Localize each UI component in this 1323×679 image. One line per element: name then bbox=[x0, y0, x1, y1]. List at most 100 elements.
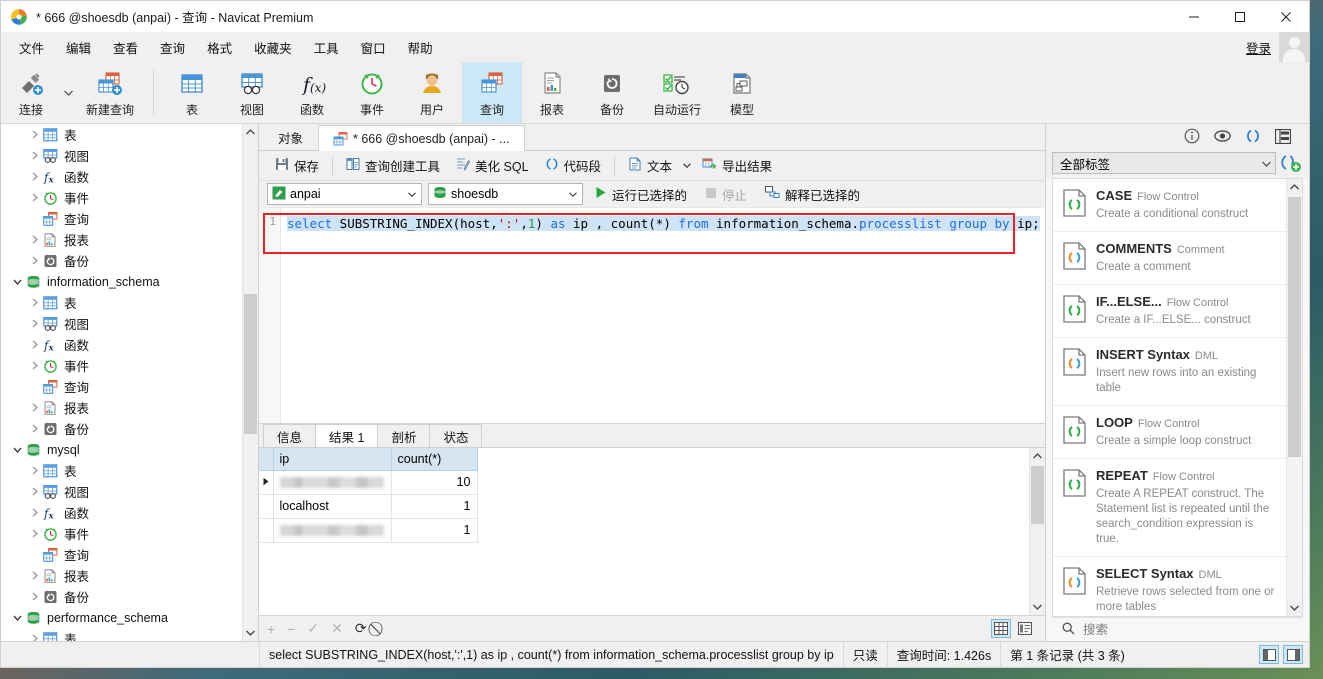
tree-node[interactable]: 报表 bbox=[1, 229, 242, 250]
chevron-down-icon[interactable] bbox=[11, 278, 24, 286]
tab-profile[interactable]: 剖析 bbox=[377, 424, 431, 447]
tree-node[interactable]: f x 函数 bbox=[1, 166, 242, 187]
cancel-change-icon[interactable]: ✕ bbox=[331, 620, 343, 637]
snippet-item[interactable]: SELECT Syntax DML Retrieve rows selected f… bbox=[1053, 557, 1286, 616]
chevron-right-icon[interactable] bbox=[28, 487, 41, 496]
scroll-down-icon[interactable] bbox=[242, 625, 258, 641]
tab-result-1[interactable]: 结果 1 bbox=[315, 424, 379, 447]
tree-node[interactable]: performance_schema bbox=[1, 607, 242, 628]
chevron-right-icon[interactable] bbox=[28, 592, 41, 601]
menu-format[interactable]: 格式 bbox=[196, 32, 243, 62]
snippet-scrollbar[interactable] bbox=[1286, 179, 1302, 616]
login-link[interactable]: 登录 bbox=[1246, 38, 1271, 57]
delete-record-icon[interactable]: − bbox=[287, 621, 295, 637]
tab-query[interactable]: * 666 @shoesdb (anpai) - ... bbox=[318, 125, 525, 151]
tree-node[interactable]: 事件 bbox=[1, 355, 242, 376]
tree-node[interactable]: 报表 bbox=[1, 397, 242, 418]
minimize-button[interactable] bbox=[1171, 1, 1217, 32]
chevron-right-icon[interactable] bbox=[28, 172, 41, 181]
form-view-button[interactable] bbox=[1015, 619, 1035, 638]
grid-scroll-thumb[interactable] bbox=[1031, 466, 1044, 524]
text-dropdown-caret-icon[interactable] bbox=[680, 161, 694, 170]
tree-node[interactable]: 备份 bbox=[1, 418, 242, 439]
tab-info[interactable]: 信息 bbox=[263, 424, 317, 447]
add-snippet-icon[interactable] bbox=[1281, 153, 1303, 173]
chevron-down-icon[interactable] bbox=[11, 614, 24, 622]
menu-view[interactable]: 查看 bbox=[102, 32, 149, 62]
chevron-down-icon[interactable] bbox=[11, 446, 24, 454]
toggle-right-pane-button[interactable] bbox=[1283, 645, 1303, 664]
query-builder-button[interactable]: 查询创建工具 bbox=[338, 154, 448, 178]
tree-node[interactable]: 表 bbox=[1, 460, 242, 481]
beautify-sql-button[interactable]: 美化 SQL bbox=[448, 154, 537, 178]
connection-caret-icon[interactable] bbox=[408, 190, 418, 199]
tree-node[interactable]: 事件 bbox=[1, 523, 242, 544]
row-selector[interactable] bbox=[259, 494, 274, 519]
database-caret-icon[interactable] bbox=[569, 190, 579, 199]
toolbar-table[interactable]: 表 bbox=[162, 62, 222, 123]
snippet-tag-select[interactable]: 全部标签 bbox=[1052, 152, 1276, 174]
tree-node[interactable]: 表 bbox=[1, 292, 242, 313]
cell-count[interactable]: 1 bbox=[391, 494, 478, 519]
tab-status[interactable]: 状态 bbox=[429, 424, 483, 447]
text-button[interactable]: 文本 bbox=[620, 154, 680, 178]
chevron-right-icon[interactable] bbox=[28, 466, 41, 475]
menu-favorites[interactable]: 收藏夹 bbox=[243, 32, 303, 62]
column-header-count[interactable]: count(*) bbox=[391, 448, 478, 471]
chevron-right-icon[interactable] bbox=[28, 403, 41, 412]
tree-node[interactable]: 事件 bbox=[1, 187, 242, 208]
chevron-right-icon[interactable] bbox=[28, 298, 41, 307]
chevron-right-icon[interactable] bbox=[28, 151, 41, 160]
menu-window[interactable]: 窗口 bbox=[350, 32, 397, 62]
toolbar-model[interactable]: 模型 bbox=[712, 62, 772, 123]
tree-node[interactable]: 报表 bbox=[1, 565, 242, 586]
toolbar-view[interactable]: 视图 bbox=[222, 62, 282, 123]
tree-node[interactable]: 视图 bbox=[1, 481, 242, 502]
row-selector[interactable] bbox=[259, 518, 274, 543]
snippet-search-input[interactable] bbox=[1081, 621, 1231, 638]
grid-scroll-up-icon[interactable] bbox=[1029, 448, 1045, 464]
chevron-right-icon[interactable] bbox=[28, 571, 41, 580]
info-icon[interactable] bbox=[1184, 128, 1200, 144]
chevron-right-icon[interactable] bbox=[28, 193, 41, 202]
tree-node[interactable]: 查询 bbox=[1, 208, 242, 229]
tree-node[interactable]: 查询 bbox=[1, 376, 242, 397]
snippet-item[interactable]: REPEAT Flow Control Create A REPEAT constr… bbox=[1053, 459, 1286, 557]
tree-node[interactable]: 视图 bbox=[1, 313, 242, 334]
toolbar-event[interactable]: 事件 bbox=[342, 62, 402, 123]
cell-ip[interactable]: localhost bbox=[273, 494, 392, 519]
sql-code-text[interactable]: select SUBSTRING_INDEX(host,':',1) as ip… bbox=[281, 208, 1045, 423]
structure-panel-icon[interactable] bbox=[1275, 128, 1291, 144]
toolbar-new-query[interactable]: 新建查询 bbox=[75, 62, 145, 123]
snippet-scroll-thumb[interactable] bbox=[1288, 197, 1301, 457]
menu-file[interactable]: 文件 bbox=[8, 32, 55, 62]
column-header-ip[interactable]: ip bbox=[273, 448, 392, 471]
add-record-icon[interactable]: + bbox=[267, 621, 275, 637]
export-results-button[interactable]: 导出结果 bbox=[694, 154, 780, 178]
snippet-scroll-up-icon[interactable] bbox=[1286, 179, 1302, 195]
scroll-up-icon[interactable] bbox=[242, 124, 258, 140]
snippet-tag-caret-icon[interactable] bbox=[1262, 156, 1271, 170]
table-row[interactable]: 1 bbox=[259, 518, 478, 543]
toolbar-report[interactable]: 报表 bbox=[522, 62, 582, 123]
toolbar-connection[interactable]: 连接 bbox=[1, 62, 61, 123]
cell-count[interactable]: 1 bbox=[391, 518, 478, 543]
snippet-item[interactable]: COMMENTS Comment Create a comment bbox=[1053, 232, 1286, 285]
avatar[interactable] bbox=[1279, 32, 1309, 62]
explain-selected-button[interactable]: 解释已选择的 bbox=[759, 183, 866, 205]
table-row[interactable]: 10 bbox=[259, 470, 478, 495]
chevron-right-icon[interactable] bbox=[28, 319, 41, 328]
tree-node[interactable]: 视图 bbox=[1, 145, 242, 166]
menu-tools[interactable]: 工具 bbox=[303, 32, 350, 62]
snippet-item[interactable]: INSERT Syntax DML Insert new rows into an … bbox=[1053, 338, 1286, 406]
chevron-right-icon[interactable] bbox=[28, 508, 41, 517]
menu-query[interactable]: 查询 bbox=[149, 32, 196, 62]
grid-view-button[interactable] bbox=[991, 619, 1011, 638]
snippet-scroll-down-icon[interactable] bbox=[1286, 600, 1302, 616]
tree-node[interactable]: 表 bbox=[1, 124, 242, 145]
chevron-right-icon[interactable] bbox=[28, 130, 41, 139]
cell-ip[interactable] bbox=[273, 518, 392, 543]
menu-help[interactable]: 帮助 bbox=[397, 32, 444, 62]
chevron-right-icon[interactable] bbox=[28, 340, 41, 349]
sql-editor[interactable]: 1 select SUBSTRING_INDEX(host,':',1) as … bbox=[259, 207, 1045, 423]
